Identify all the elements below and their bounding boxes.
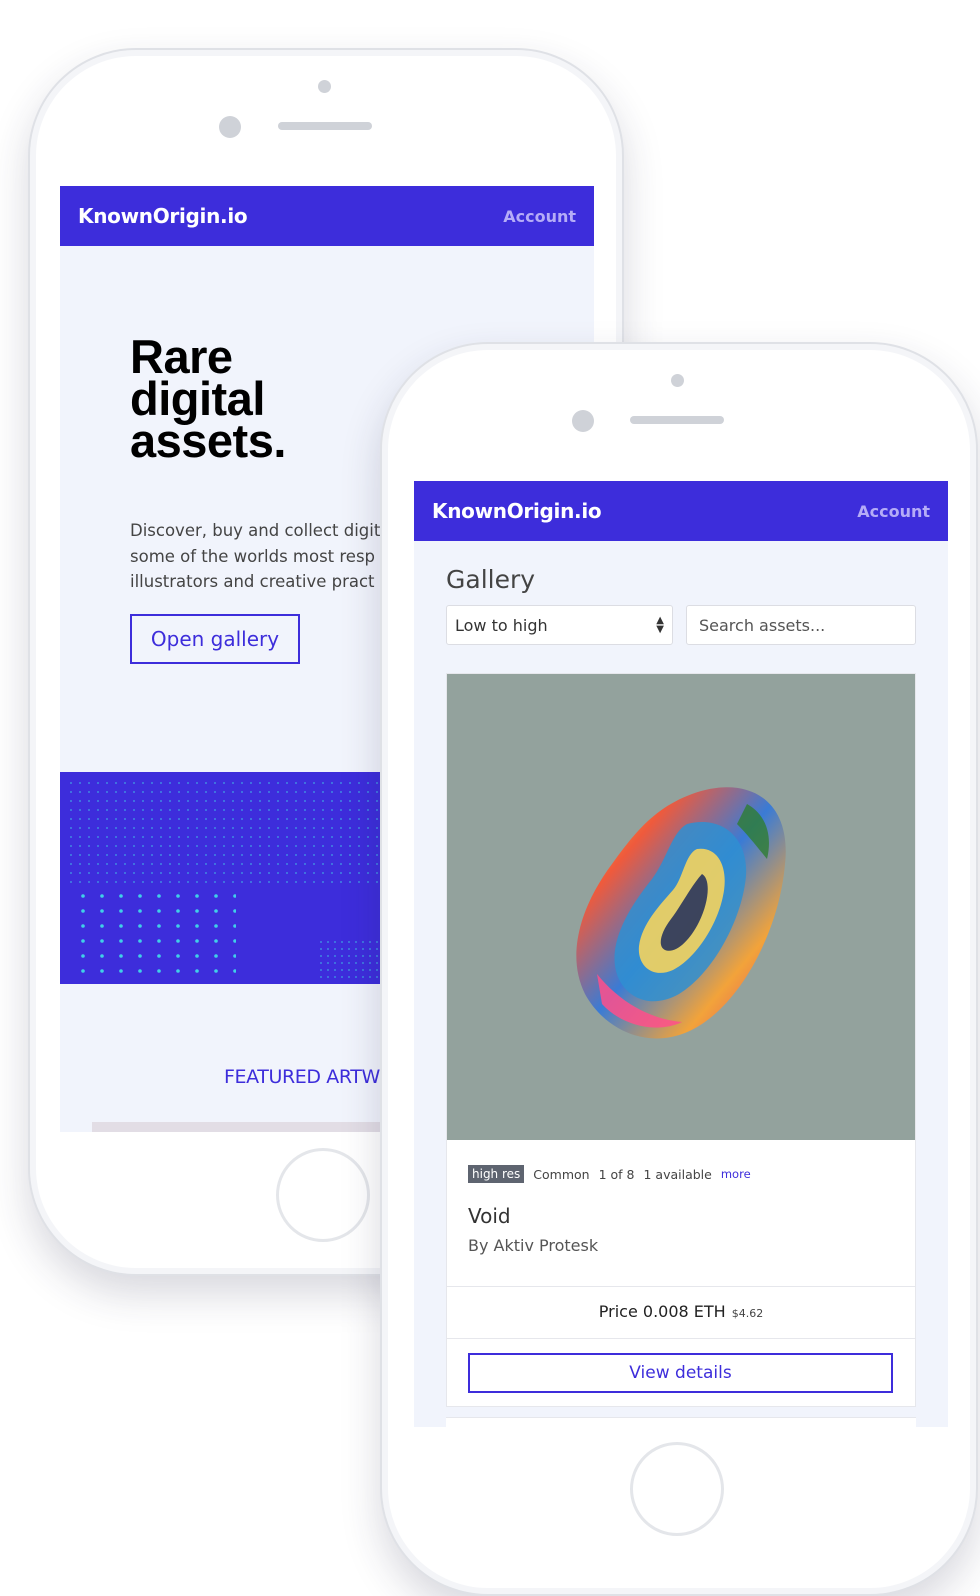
search-input[interactable] bbox=[686, 605, 916, 645]
hero-title: Rare digital assets. bbox=[130, 333, 286, 467]
price-eth: Price 0.008 ETH bbox=[598, 1302, 726, 1321]
artwork-card: high res Common 1 of 8 1 available more … bbox=[446, 673, 916, 1407]
card-divider bbox=[447, 1338, 915, 1339]
artwork-void-graphic bbox=[576, 787, 786, 1039]
home-button[interactable] bbox=[630, 1442, 724, 1536]
artwork-artist[interactable]: By Aktiv Protesk bbox=[468, 1236, 598, 1255]
navbar: KnownOrigin.io Account bbox=[414, 481, 948, 541]
artwork-image[interactable] bbox=[447, 674, 915, 1140]
earpiece-speaker bbox=[278, 122, 372, 130]
artwork-tags: high res Common 1 of 8 1 available more bbox=[468, 1165, 751, 1183]
next-card-edge bbox=[446, 1417, 916, 1427]
proximity-sensor-dot bbox=[318, 80, 331, 93]
proximity-sensor-dot bbox=[671, 374, 684, 387]
navbar: KnownOrigin.io Account bbox=[60, 186, 594, 246]
edition-tag: 1 of 8 bbox=[598, 1166, 635, 1182]
price-usd: $4.62 bbox=[731, 1307, 764, 1320]
front-camera bbox=[219, 116, 241, 138]
sort-select[interactable]: Low to high ▲ ▼ bbox=[446, 605, 673, 645]
home-button[interactable] bbox=[276, 1148, 370, 1242]
view-details-button[interactable]: View details bbox=[468, 1353, 893, 1393]
earpiece-speaker bbox=[630, 416, 724, 424]
artwork-title[interactable]: Void bbox=[468, 1204, 511, 1228]
high-res-badge: high res bbox=[468, 1165, 525, 1183]
hero-title-line: assets. bbox=[130, 414, 286, 467]
rarity-tag: Common bbox=[533, 1166, 590, 1182]
account-link[interactable]: Account bbox=[503, 207, 576, 226]
front-camera bbox=[572, 410, 594, 432]
select-arrows-icon: ▲ ▼ bbox=[656, 615, 664, 635]
account-link[interactable]: Account bbox=[857, 502, 930, 521]
price-row: Price 0.008 ETH $4.62 bbox=[447, 1302, 915, 1321]
front-phone-frame: KnownOrigin.io Account Gallery Low to hi… bbox=[380, 342, 978, 1596]
more-link[interactable]: more bbox=[721, 1167, 751, 1181]
availability-tag: 1 available bbox=[643, 1166, 712, 1182]
card-divider bbox=[447, 1286, 915, 1287]
brand-logo[interactable]: KnownOrigin.io bbox=[78, 204, 248, 228]
front-phone-screen: KnownOrigin.io Account Gallery Low to hi… bbox=[414, 481, 948, 1427]
gallery-title: Gallery bbox=[446, 565, 536, 594]
open-gallery-button[interactable]: Open gallery bbox=[130, 614, 300, 664]
featured-artworks-heading: FEATURED ARTW bbox=[224, 1066, 380, 1088]
sort-selected-value: Low to high bbox=[455, 615, 548, 635]
brand-logo[interactable]: KnownOrigin.io bbox=[432, 499, 602, 523]
